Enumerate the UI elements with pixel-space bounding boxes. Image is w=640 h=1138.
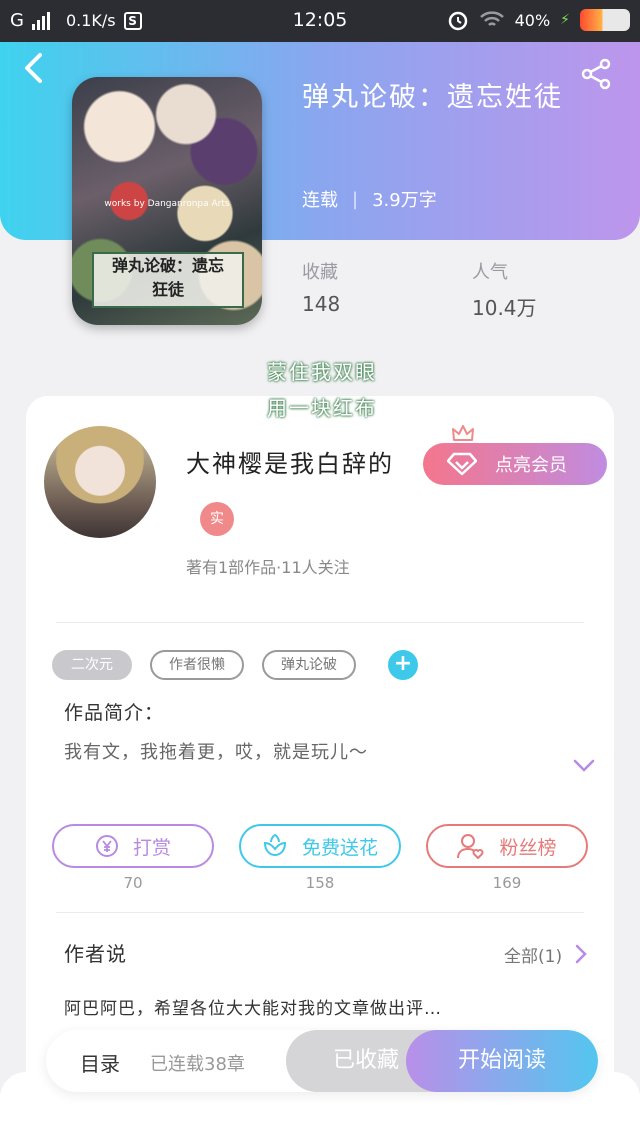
chevron-down-icon[interactable] xyxy=(572,756,596,774)
chapter-count: 已连载38章 xyxy=(150,1054,245,1075)
tag-item[interactable]: 弹丸论破 xyxy=(262,650,356,680)
author-avatar[interactable] xyxy=(44,426,156,538)
send-flower-label: 免费送花 xyxy=(301,836,378,859)
send-flower-button[interactable]: 免费送花 xyxy=(239,824,401,868)
author-say-text[interactable]: 阿巴阿巴，希望各位大大能对我的文章做出评… xyxy=(64,994,442,1019)
intro-title: 作品简介： xyxy=(64,702,165,724)
divider xyxy=(56,912,584,913)
flower-count: 158 xyxy=(305,874,335,892)
word-count: 3.9万字 xyxy=(372,190,437,211)
share-icon xyxy=(581,58,611,90)
fan-count: 169 xyxy=(492,874,522,892)
add-tag-button[interactable]: + xyxy=(388,650,418,680)
tag-item[interactable]: 作者很懒 xyxy=(150,650,244,680)
reward-button[interactable]: 打赏 xyxy=(52,824,214,868)
favorites-label: 收藏 xyxy=(302,262,338,283)
favorites-value: 148 xyxy=(302,292,341,316)
popularity-value: 10.4万 xyxy=(472,296,537,320)
flower-icon xyxy=(263,833,286,857)
fan-ranking-label: 粉丝榜 xyxy=(499,836,557,859)
crown-icon xyxy=(452,425,474,441)
back-button[interactable] xyxy=(22,52,52,88)
book-status: 连载 | 3.9万字 xyxy=(302,186,437,212)
cover-title-line1: 弹丸论破：遗忘 xyxy=(111,256,224,275)
battery-icon xyxy=(580,9,630,31)
author-name[interactable]: 大神樱是我白辞的 xyxy=(186,444,394,479)
intro-text: 我有文，我拖着更，哎，就是玩儿～ xyxy=(64,742,368,763)
start-reading-button[interactable]: 开始阅读 xyxy=(406,1030,598,1092)
author-meta: 著有1部作品·11人关注 xyxy=(186,558,350,577)
cover-title: 弹丸论破：遗忘 狂徒 xyxy=(92,252,244,308)
overlay-text-line1: 蒙住我双眼 xyxy=(267,360,377,384)
serial-status: 连载 xyxy=(302,190,338,211)
tag-item[interactable]: 二次元 xyxy=(52,650,132,680)
reward-count: 70 xyxy=(123,874,143,892)
toc-button[interactable]: 目录 xyxy=(80,1048,120,1077)
battery-percent: 40% xyxy=(514,10,551,30)
chevron-left-icon xyxy=(25,53,42,83)
author-say-all-link[interactable]: 全部(1) xyxy=(504,942,562,967)
diamond-icon xyxy=(447,452,477,476)
fan-user-icon xyxy=(457,834,484,859)
overlay-text-line2: 用一块红布 xyxy=(267,396,377,420)
author-say-title: 作者说 xyxy=(64,942,127,966)
charging-icon: ⚡ xyxy=(560,12,570,28)
status-bar: G 0.1K/s S 12:05 40% ⚡ xyxy=(0,0,640,42)
yen-coin-icon xyxy=(95,835,118,857)
verified-badge: 实 xyxy=(200,502,234,536)
status-separator: | xyxy=(352,188,359,210)
cover-credit: works by Danganronpa Arts xyxy=(104,199,230,209)
fan-ranking-button[interactable]: 粉丝榜 xyxy=(426,824,588,868)
popularity-label: 人气 xyxy=(472,262,508,283)
vip-button-label: 点亮会员 xyxy=(495,455,567,476)
vip-button[interactable]: 点亮会员 xyxy=(423,443,607,485)
bottom-action-bar: 目录 已连载38章 已收藏 开始阅读 xyxy=(46,1030,598,1092)
cover-title-line2: 狂徒 xyxy=(151,280,184,299)
divider xyxy=(56,622,584,623)
chevron-right-icon[interactable] xyxy=(574,944,588,964)
book-title: 弹丸论破：遗忘姓徒 xyxy=(302,82,563,113)
wifi-icon xyxy=(479,11,504,26)
book-cover[interactable]: works by Danganronpa Arts 弹丸论破：遗忘 狂徒 xyxy=(72,77,262,325)
reward-label: 打赏 xyxy=(132,836,171,859)
alarm-icon xyxy=(448,11,467,31)
share-button[interactable] xyxy=(580,58,616,90)
